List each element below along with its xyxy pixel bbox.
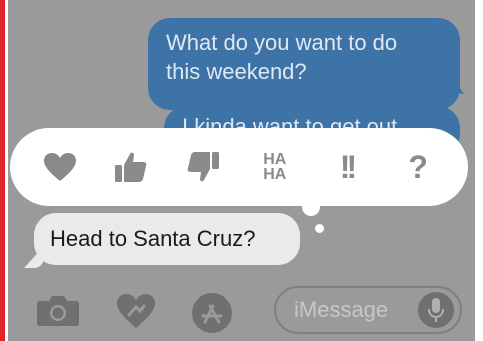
microphone-button[interactable] <box>418 292 454 328</box>
question-icon: ? <box>408 148 428 185</box>
tapback-question-button[interactable]: ? <box>392 141 444 193</box>
tapback-haha-button[interactable]: HA HA <box>249 141 301 193</box>
haha-line: HA <box>263 151 287 168</box>
haha-icon: HA HA <box>263 151 287 183</box>
sent-message-line: What do you want to do <box>166 30 398 55</box>
received-message-text: Head to Santa Cruz? <box>50 226 256 251</box>
sent-message-bubble[interactable]: What do you want to do this weekend? <box>148 18 460 110</box>
tapback-heart-button[interactable] <box>34 141 86 193</box>
camera-icon <box>37 296 79 326</box>
digital-touch-heart-icon <box>117 294 155 328</box>
heart-icon <box>43 153 76 181</box>
tapback-exclamation-button[interactable]: !! <box>320 141 372 193</box>
thumbs-down-icon <box>187 152 220 182</box>
sent-message-line: this weekend? <box>166 59 307 84</box>
exclamation-icon: !! <box>339 148 357 185</box>
message-input[interactable]: iMessage <box>274 286 462 334</box>
received-message-bubble[interactable]: Head to Santa Cruz? <box>34 213 300 265</box>
composer-bar: iMessage <box>8 282 475 341</box>
camera-button[interactable] <box>36 293 80 332</box>
tapback-thumbs-down-button[interactable] <box>177 141 229 193</box>
thumbs-up-icon <box>115 152 147 182</box>
app-store-button[interactable] <box>192 293 232 333</box>
tapback-menu: HA HA !! ? <box>10 128 468 206</box>
digital-touch-button[interactable] <box>116 293 156 334</box>
left-accent-bar <box>0 0 5 341</box>
haha-line: HA <box>263 166 287 183</box>
tapback-thumbs-up-button[interactable] <box>105 141 157 193</box>
messages-screen: What do you want to do this weekend? I k… <box>8 0 475 341</box>
message-input-placeholder: iMessage <box>294 297 389 322</box>
microphone-icon <box>428 298 444 322</box>
tapback-pointer-dot <box>315 224 324 233</box>
app-store-icon <box>201 304 223 324</box>
